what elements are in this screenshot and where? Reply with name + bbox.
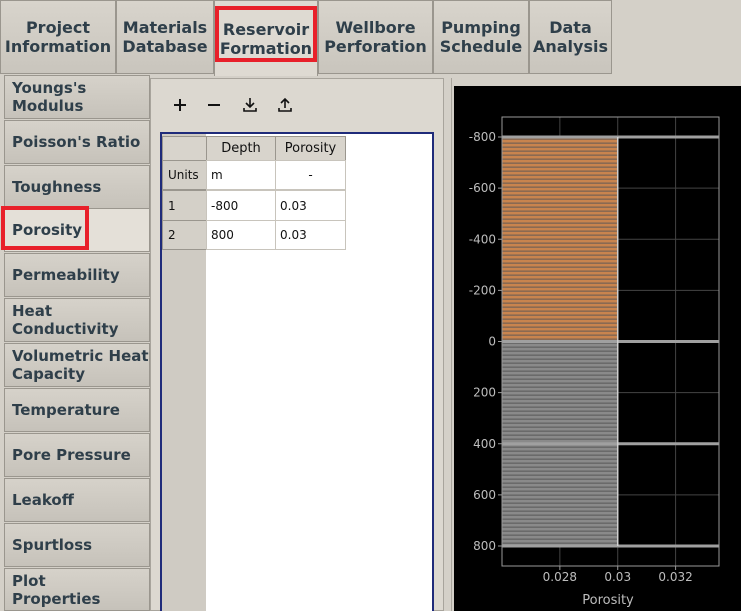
cell-depth[interactable]: 800 bbox=[206, 220, 276, 250]
row-header-units[interactable]: Units bbox=[162, 160, 207, 190]
grid-corner[interactable] bbox=[162, 136, 207, 161]
main-tab-bar: Project Information Materials Database R… bbox=[0, 0, 741, 76]
cell-depth-units[interactable]: m bbox=[206, 160, 276, 190]
column-header-depth[interactable]: Depth bbox=[206, 136, 276, 161]
add-row-button[interactable] bbox=[169, 92, 191, 118]
property-porosity[interactable]: Porosity bbox=[4, 208, 150, 252]
row-header[interactable]: 2 bbox=[162, 220, 207, 250]
cell-porosity-units[interactable]: - bbox=[275, 160, 346, 190]
property-plot-properties[interactable]: Plot Properties bbox=[4, 568, 150, 611]
tab-pumping-schedule[interactable]: Pumping Schedule bbox=[433, 0, 529, 74]
property-youngs-modulus[interactable]: Youngs's Modulus bbox=[4, 75, 150, 119]
import-icon bbox=[243, 98, 257, 112]
remove-row-button[interactable] bbox=[203, 92, 225, 118]
property-toughness[interactable]: Toughness bbox=[4, 165, 150, 209]
property-pore-pressure[interactable]: Pore Pressure bbox=[4, 433, 150, 477]
add-icon bbox=[174, 99, 186, 111]
export-icon bbox=[278, 97, 292, 112]
cell-depth[interactable]: -800 bbox=[206, 190, 276, 221]
property-list: Youngs's Modulus Poisson's Ratio Toughne… bbox=[0, 75, 151, 611]
export-button[interactable] bbox=[274, 92, 296, 118]
data-grid: Depth Porosity Units m - 1 -800 0.03 2 8… bbox=[160, 132, 434, 611]
import-button[interactable] bbox=[239, 92, 261, 118]
property-temperature[interactable]: Temperature bbox=[4, 388, 150, 432]
cell-porosity[interactable]: 0.03 bbox=[275, 190, 346, 221]
tab-wellbore-perforation[interactable]: Wellbore Perforation bbox=[318, 0, 433, 74]
property-volumetric-heat-capacity[interactable]: Volumetric Heat Capacity bbox=[4, 343, 150, 387]
property-permeability[interactable]: Permeability bbox=[4, 253, 150, 297]
property-spurtloss[interactable]: Spurtloss bbox=[4, 523, 150, 567]
remove-icon bbox=[208, 104, 220, 106]
property-leakoff[interactable]: Leakoff bbox=[4, 478, 150, 522]
tab-data-analysis[interactable]: Data Analysis bbox=[529, 0, 612, 74]
property-heat-conductivity[interactable]: Heat Conductivity bbox=[4, 298, 150, 342]
cell-porosity[interactable]: 0.03 bbox=[275, 220, 346, 250]
chart-background bbox=[454, 86, 741, 611]
tab-materials-database[interactable]: Materials Database bbox=[116, 0, 214, 74]
column-header-porosity[interactable]: Porosity bbox=[275, 136, 346, 161]
row-header[interactable]: 1 bbox=[162, 190, 207, 221]
tab-project-information[interactable]: Project Information bbox=[0, 0, 116, 74]
property-poissons-ratio[interactable]: Poisson's Ratio bbox=[4, 120, 150, 164]
tab-reservoir-formation[interactable]: Reservoir Formation bbox=[214, 0, 318, 76]
